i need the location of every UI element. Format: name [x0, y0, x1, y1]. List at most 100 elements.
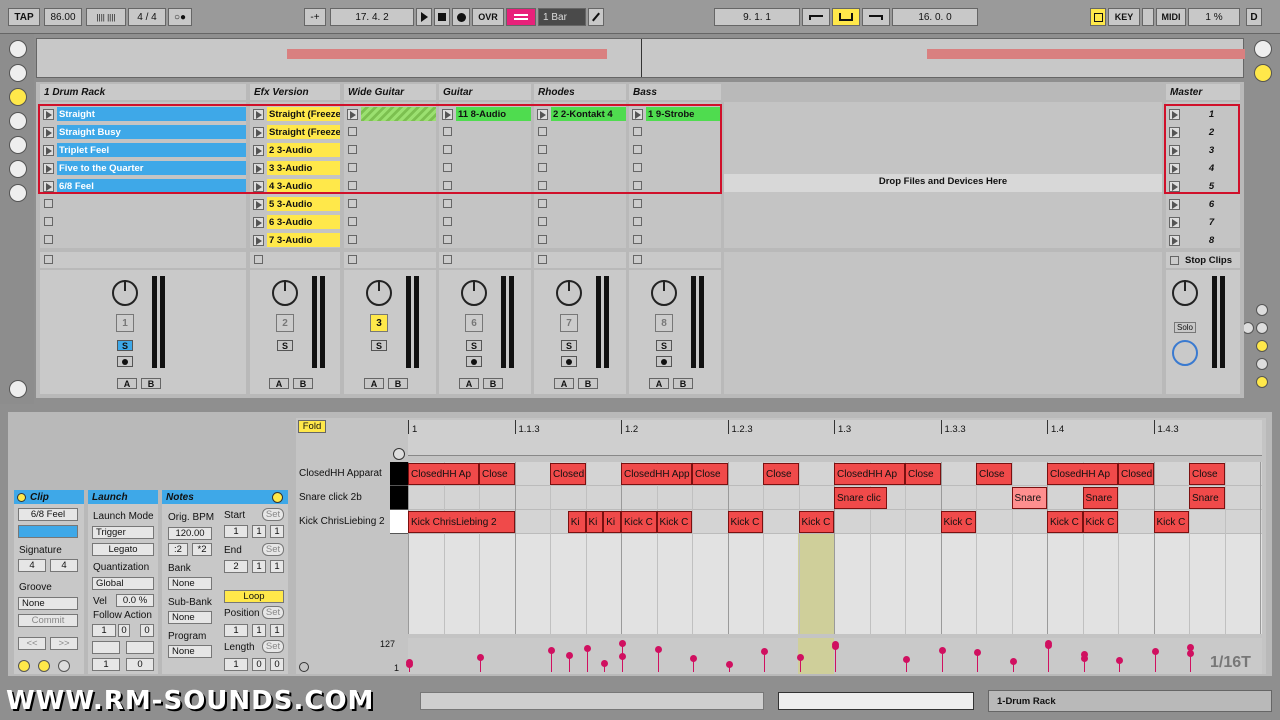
signature-field[interactable]: 4 / 4 — [128, 8, 166, 26]
velocity-stem[interactable] — [938, 647, 946, 672]
clip-slot[interactable] — [534, 196, 626, 212]
clip-stop-icon[interactable] — [348, 181, 357, 190]
scene-launch-icon[interactable] — [1169, 234, 1180, 246]
crossfader-toggle-icon[interactable] — [1256, 376, 1268, 388]
velocity-stem[interactable] — [832, 643, 839, 672]
automation-arm-button[interactable] — [506, 8, 536, 26]
clip-slot[interactable]: Five to the Quarter — [40, 160, 246, 176]
quantize-menu[interactable]: 1 Bar — [538, 8, 586, 26]
track-stop-button[interactable] — [250, 252, 340, 268]
midi-note[interactable]: Close — [905, 463, 941, 485]
scene-launch[interactable]: 8 — [1166, 232, 1240, 248]
draw-mode-button[interactable] — [588, 8, 604, 26]
clip-stop-icon[interactable] — [538, 217, 547, 226]
clip-launch-icon[interactable] — [442, 108, 453, 120]
velocity-stem[interactable] — [654, 646, 662, 672]
velocity-stem[interactable] — [974, 649, 981, 672]
gear-icon[interactable] — [9, 160, 27, 178]
clip-activator[interactable] — [17, 492, 26, 502]
drop-zone[interactable]: Drop Files and Devices Here — [724, 102, 1162, 248]
follow-action-b[interactable] — [126, 641, 154, 654]
clip-stop-icon[interactable] — [538, 199, 547, 208]
clip-launch-icon[interactable] — [253, 216, 264, 228]
midi-note[interactable]: ClosedHH Ap — [834, 463, 905, 485]
crossfade-b-button[interactable]: B — [388, 378, 408, 389]
crossfade-a-button[interactable]: A — [554, 378, 574, 389]
solo-button[interactable]: S — [561, 340, 577, 351]
clip-stop-icon[interactable] — [348, 199, 357, 208]
tap-button[interactable]: TAP — [8, 8, 40, 26]
clip-slot[interactable] — [629, 214, 721, 230]
clip-stop-icon[interactable] — [443, 235, 452, 244]
clip-stop-icon[interactable] — [348, 127, 357, 136]
clip-stop-icon[interactable] — [443, 145, 452, 154]
velocity-stem[interactable] — [583, 645, 591, 672]
drum-lane-name[interactable]: Snare click 2b — [299, 492, 362, 503]
clip-stop-icon[interactable] — [443, 217, 452, 226]
drum-lane-name[interactable]: ClosedHH Apparat — [299, 468, 382, 479]
loop-length-field[interactable]: 16. 0. 0 — [892, 8, 978, 26]
clip-slot[interactable] — [344, 142, 436, 158]
midi-note[interactable]: Kick C — [1153, 511, 1189, 533]
key-map-button[interactable]: KEY — [1108, 8, 1140, 26]
clip-slot[interactable] — [629, 124, 721, 140]
clip-slot[interactable] — [439, 142, 531, 158]
clip-stop-icon[interactable] — [348, 163, 357, 172]
quantization-chooser[interactable]: Global — [92, 577, 154, 590]
clip-slot[interactable] — [40, 232, 246, 248]
clip-stop-icon[interactable] — [538, 127, 547, 136]
master-track-header[interactable]: Master — [1166, 84, 1240, 100]
velocity-expand-icon[interactable] — [299, 662, 309, 672]
clip-slot[interactable] — [344, 232, 436, 248]
menu-icon[interactable] — [1254, 40, 1272, 58]
clip-slot[interactable] — [629, 160, 721, 176]
window-icon[interactable] — [9, 64, 27, 82]
arrangement-overview[interactable] — [36, 38, 1245, 78]
clip-slot[interactable] — [344, 106, 436, 122]
velocity-stem[interactable] — [601, 660, 609, 672]
length-sixteenth[interactable]: 0 — [270, 658, 284, 671]
start-set-button[interactable]: Set — [262, 508, 284, 521]
clip-slot[interactable]: 5 3-Audio — [250, 196, 340, 212]
headphones-icon[interactable] — [393, 448, 405, 460]
pan-knob[interactable] — [651, 280, 677, 306]
scene-launch-icon[interactable] — [1169, 216, 1180, 228]
cue-volume-knob[interactable] — [1172, 340, 1198, 366]
clip-slot[interactable]: 7 3-Audio — [250, 232, 340, 248]
track-header[interactable]: Bass — [629, 84, 721, 100]
delay-toggle-icon[interactable] — [1256, 358, 1268, 370]
crossfade-a-button[interactable]: A — [649, 378, 669, 389]
track-stop-button[interactable] — [40, 252, 246, 268]
clip-slot[interactable] — [629, 178, 721, 194]
clip-slot[interactable]: Straight (Freeze — [250, 106, 340, 122]
midi-note[interactable]: ClosedHH Ap — [1047, 463, 1118, 485]
clip-stop-icon[interactable] — [348, 145, 357, 154]
midi-note[interactable]: Ki — [567, 511, 586, 533]
piano-key[interactable] — [390, 462, 408, 486]
pan-knob[interactable] — [272, 280, 298, 306]
piano-key[interactable] — [390, 510, 408, 534]
clip-stop-icon[interactable] — [633, 235, 642, 244]
clip-slot[interactable] — [439, 124, 531, 140]
clip-launch-icon[interactable] — [43, 180, 54, 192]
clip-slot[interactable] — [534, 142, 626, 158]
velocity-stem[interactable] — [903, 656, 910, 672]
track-header[interactable]: 1 Drum Rack — [40, 84, 246, 100]
crossfade-b-button[interactable]: B — [293, 378, 313, 389]
clip-stop-icon[interactable] — [538, 181, 547, 190]
clip-slot[interactable] — [629, 142, 721, 158]
clip-stop-icon[interactable] — [538, 145, 547, 154]
signature-denominator[interactable]: 4 — [50, 559, 78, 572]
groove-chooser[interactable]: None — [18, 597, 78, 610]
midi-note[interactable]: ClosedHH App — [621, 463, 692, 485]
length-set-button[interactable]: Set — [262, 640, 284, 653]
crossfade-b-button[interactable]: B — [673, 378, 693, 389]
start-bar[interactable]: 1 — [224, 525, 248, 538]
clip-launch-icon[interactable] — [253, 108, 264, 120]
clip-slot[interactable] — [344, 160, 436, 176]
notes-toggle-icon[interactable] — [38, 660, 50, 672]
velocity-stem[interactable] — [565, 652, 573, 672]
overdub-button[interactable]: OVR — [472, 8, 504, 26]
velocity-stem[interactable] — [477, 654, 484, 672]
launch-mode-chooser[interactable]: Trigger — [92, 526, 154, 539]
